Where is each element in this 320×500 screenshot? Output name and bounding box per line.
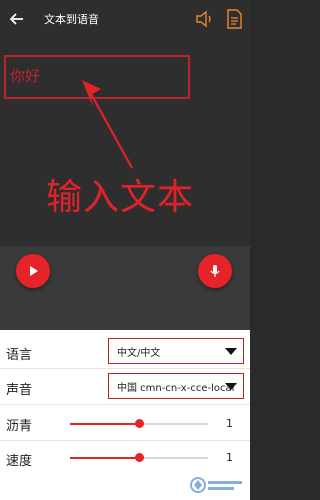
top-app-bar: 文本到语音 (0, 0, 250, 38)
divider (0, 368, 250, 369)
pitch-slider[interactable] (70, 419, 208, 428)
pitch-row: 沥青 1 (0, 408, 250, 442)
language-row: 语言 中文/中文 (0, 334, 250, 368)
language-select-value: 中文/中文 (117, 348, 161, 359)
pitch-slider-fill (70, 423, 139, 425)
divider (0, 404, 250, 405)
page-title: 文本到语音 (44, 13, 99, 26)
pitch-label: 沥青 (6, 419, 33, 434)
play-button[interactable] (16, 254, 50, 288)
pitch-value: 1 (226, 417, 233, 430)
watermark-logo (190, 477, 242, 493)
language-select[interactable]: 中文/中文 (108, 338, 244, 364)
annotation-text: 输入文本 (46, 177, 195, 218)
speaker-icon[interactable] (195, 10, 215, 28)
dropdown-caret-icon (225, 348, 237, 355)
voice-select[interactable]: 中国 cmn-cn-x-cce-local (108, 373, 244, 399)
document-icon[interactable] (226, 9, 242, 29)
voice-label: 声音 (6, 383, 33, 398)
speed-label: 速度 (6, 454, 33, 469)
voice-row: 声音 中国 cmn-cn-x-cce-local (0, 370, 250, 404)
speed-slider-fill (70, 457, 139, 459)
microphone-button[interactable] (198, 254, 232, 288)
speed-value: 1 (226, 451, 233, 464)
dropdown-caret-icon (225, 383, 237, 390)
voice-select-value: 中国 cmn-cn-x-cce-local (117, 383, 235, 394)
text-input[interactable]: 你好 (4, 55, 190, 99)
microphone-icon (210, 265, 220, 277)
speed-slider[interactable] (70, 453, 208, 462)
divider (0, 440, 250, 441)
speed-row: 速度 1 (0, 442, 250, 476)
back-arrow-icon[interactable] (9, 11, 25, 27)
play-icon (30, 266, 38, 276)
language-label: 语言 (6, 348, 33, 363)
speed-slider-thumb[interactable] (135, 453, 144, 462)
pitch-slider-thumb[interactable] (135, 419, 144, 428)
